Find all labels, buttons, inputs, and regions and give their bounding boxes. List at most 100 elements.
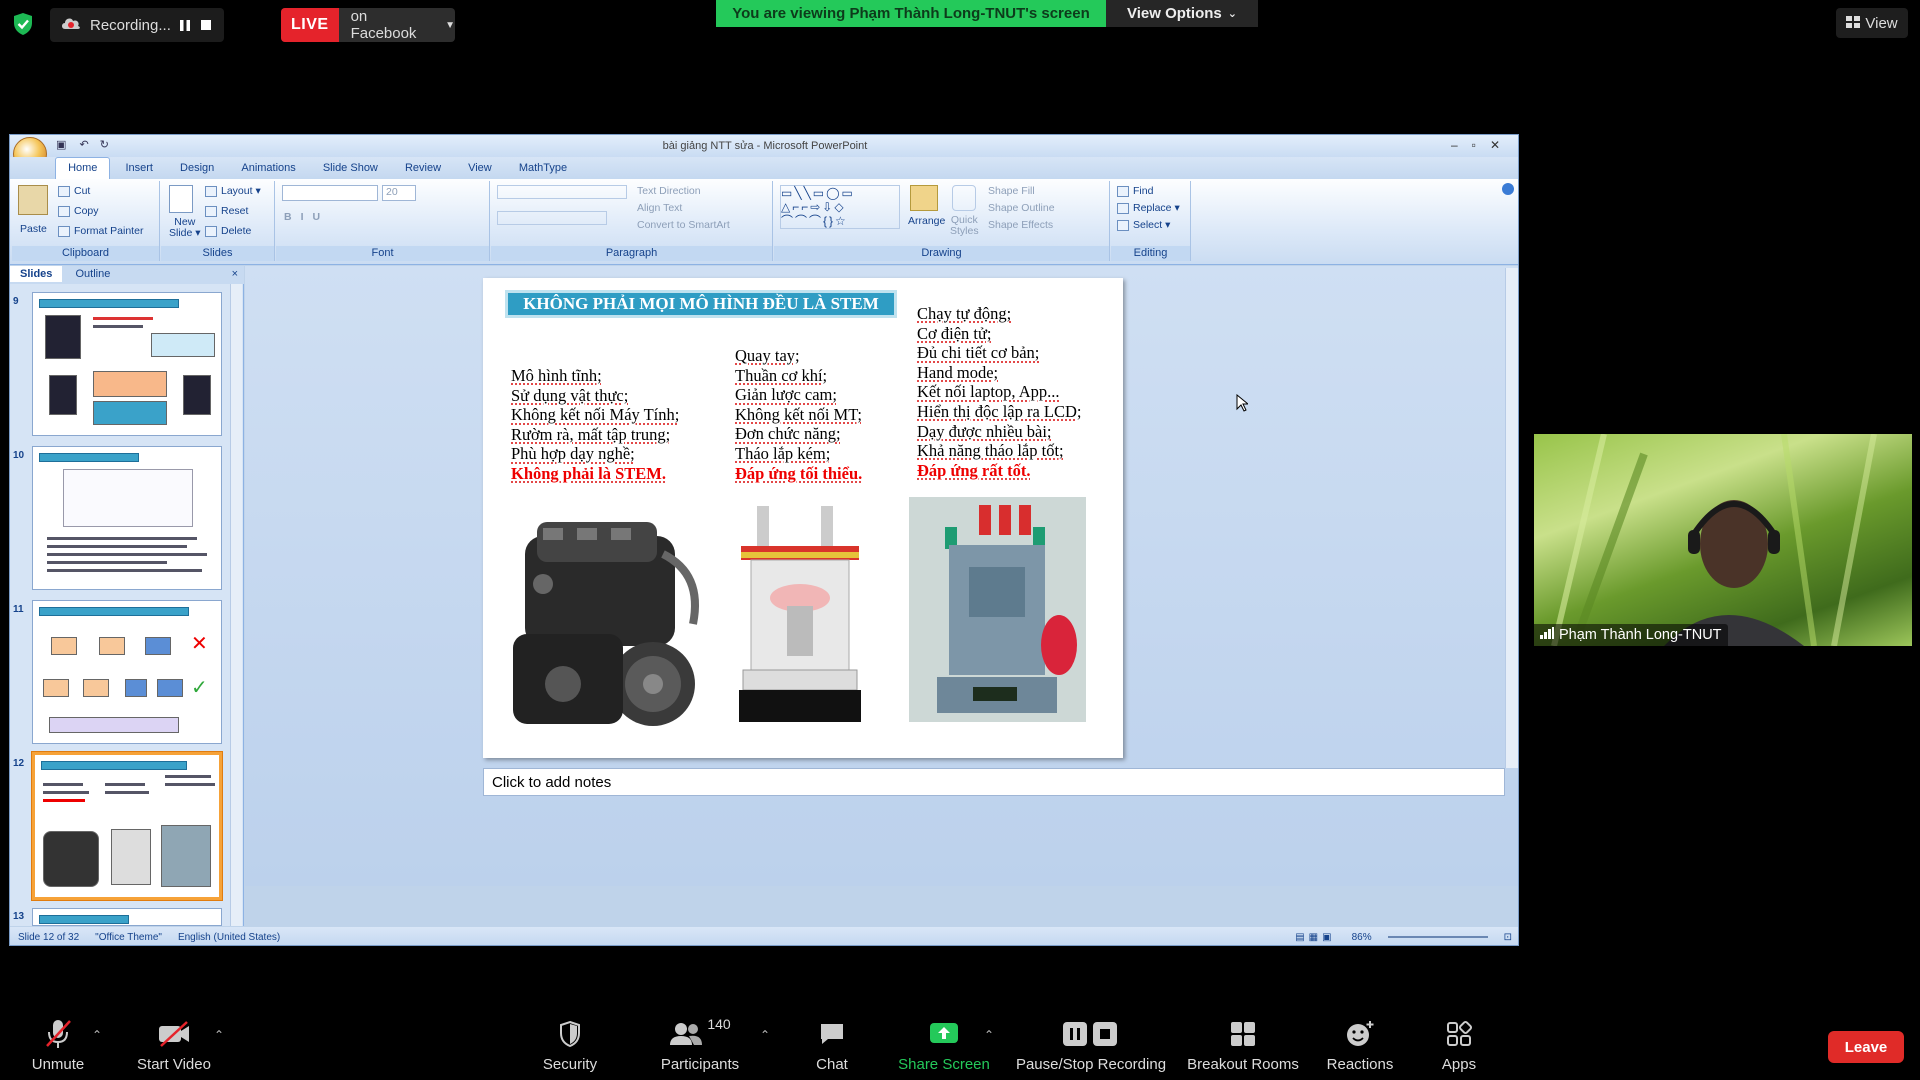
chat-button[interactable]: Chat xyxy=(800,1016,864,1073)
start-video-button[interactable]: Start Video xyxy=(130,1016,218,1073)
reset-button[interactable]: Reset xyxy=(205,205,248,217)
find-button[interactable]: Find xyxy=(1117,185,1153,197)
security-button[interactable]: Security xyxy=(532,1016,608,1073)
copy-button[interactable]: Copy xyxy=(58,205,99,217)
new-slide-button[interactable]: New Slide ▾ xyxy=(169,217,201,239)
quick-styles-button[interactable]: Quick Styles xyxy=(950,215,979,237)
convert-smartart-button[interactable]: Convert to SmartArt xyxy=(637,219,730,231)
shapes-gallery[interactable]: ▭╲╲▭◯▭ △⌐⌐⇨⇩◇ ⌒⌒⌒{}☆ xyxy=(780,185,900,229)
align-text-button[interactable]: Align Text xyxy=(637,202,682,214)
drawing-group: ▭╲╲▭◯▭ △⌐⌐⇨⇩◇ ⌒⌒⌒{}☆ Arrange Quick Styles S… xyxy=(774,181,1110,261)
list-buttons[interactable] xyxy=(497,185,627,199)
video-options-caret-icon[interactable]: ⌃ xyxy=(214,1028,224,1042)
quick-styles-icon[interactable] xyxy=(952,185,976,211)
chat-label: Chat xyxy=(816,1056,848,1073)
stop-recording-icon[interactable] xyxy=(198,15,214,35)
thumb-text xyxy=(43,799,85,802)
restore-icon[interactable]: ▫ xyxy=(1472,138,1490,152)
participants-caret-icon[interactable]: ⌃ xyxy=(760,1028,770,1042)
slide-thumbnail-10[interactable] xyxy=(32,446,222,590)
tab-slide-show[interactable]: Slide Show xyxy=(311,158,390,174)
help-icon[interactable] xyxy=(1502,183,1514,195)
redo-icon[interactable]: ↻ xyxy=(100,139,109,151)
tab-review[interactable]: Review xyxy=(393,158,453,174)
share-screen-button[interactable]: Share Screen xyxy=(896,1016,992,1073)
zoom-level[interactable]: 86% xyxy=(1352,932,1372,943)
ribbon: Paste Cut Copy Format Painter Clipboard … xyxy=(10,179,1518,265)
view-buttons[interactable]: ▤▦▣ xyxy=(1295,932,1335,943)
text-direction-button[interactable]: Text Direction xyxy=(637,185,701,197)
thumb-number: 9 xyxy=(13,296,19,307)
reactions-button[interactable]: Reactions xyxy=(1322,1016,1398,1073)
tab-design[interactable]: Design xyxy=(168,158,226,174)
save-icon[interactable]: ▣ xyxy=(56,139,66,151)
undo-icon[interactable]: ↶ xyxy=(79,139,88,151)
slide-vertical-scrollbar[interactable] xyxy=(1505,268,1518,768)
view-button[interactable]: View xyxy=(1836,8,1908,38)
security-shield-icon[interactable] xyxy=(12,12,34,36)
slide-canvas[interactable]: KHÔNG PHẢI MỌI MÔ HÌNH ĐỀU LÀ STEM Mô hì… xyxy=(483,278,1123,758)
paste-icon[interactable] xyxy=(18,185,48,215)
breakout-rooms-button[interactable]: Breakout Rooms xyxy=(1184,1016,1302,1073)
tab-home[interactable]: Home xyxy=(55,157,111,179)
replace-button[interactable]: Replace ▾ xyxy=(1117,202,1180,214)
tab-mathtype[interactable]: MathType xyxy=(507,158,579,174)
tab-insert[interactable]: Insert xyxy=(113,158,165,174)
arrange-icon[interactable] xyxy=(910,185,938,211)
close-panel-icon[interactable]: × xyxy=(222,266,244,282)
tab-animations[interactable]: Animations xyxy=(229,158,307,174)
participant-video[interactable]: Phạm Thành Long-TNUT xyxy=(1534,434,1912,646)
slide-thumbnail-13[interactable] xyxy=(32,908,222,926)
zoom-slider[interactable] xyxy=(1387,936,1488,938)
font-size-box[interactable]: 20 xyxy=(382,185,416,201)
notes-pane[interactable]: Click to add notes xyxy=(483,768,1505,796)
editing-group: Find Replace ▾ Select ▾ Editing xyxy=(1111,181,1191,261)
shape-effects-button[interactable]: Shape Effects xyxy=(988,219,1053,231)
arrange-button[interactable]: Arrange xyxy=(908,215,945,227)
unmute-button[interactable]: Unmute xyxy=(20,1016,96,1073)
new-slide-icon[interactable] xyxy=(169,185,193,213)
slide-thumbnail-12-selected[interactable] xyxy=(31,751,223,901)
scissors-icon xyxy=(58,185,70,197)
slide-thumbnail-9[interactable] xyxy=(32,292,222,436)
close-icon[interactable]: ✕ xyxy=(1490,138,1514,152)
pause-stop-recording-button[interactable]: Pause/Stop Recording xyxy=(1012,1016,1170,1073)
layout-button[interactable]: Layout ▾ xyxy=(205,185,261,197)
cut-button[interactable]: Cut xyxy=(58,185,90,197)
minimize-icon[interactable]: – xyxy=(1451,138,1472,152)
window-controls[interactable]: –▫✕ xyxy=(1451,138,1514,152)
format-painter-button[interactable]: Format Painter xyxy=(58,225,143,237)
view-options-button[interactable]: View Options ⌄ xyxy=(1106,0,1258,27)
quick-access-toolbar[interactable]: ▣ ↶ ↻ xyxy=(56,138,109,151)
participants-button[interactable]: 140 Participants xyxy=(652,1016,748,1073)
apps-icon xyxy=(1426,1016,1492,1052)
pause-stop-icon xyxy=(1012,1016,1170,1052)
slide-thumbnail-11[interactable]: ✕ ✓ xyxy=(32,600,222,744)
paste-button[interactable]: Paste xyxy=(20,223,47,235)
select-button[interactable]: Select ▾ xyxy=(1117,219,1170,231)
fit-slide-icon[interactable]: ⊡ xyxy=(1504,932,1512,943)
pause-recording-icon[interactable] xyxy=(177,15,193,35)
align-buttons[interactable] xyxy=(497,211,607,225)
font-format-buttons[interactable]: BIU xyxy=(284,211,329,223)
live-stream-badge[interactable]: LIVE on Facebook ▼ xyxy=(281,8,455,42)
panel-scrollbar[interactable] xyxy=(230,284,242,926)
thumb-text xyxy=(165,775,211,778)
leave-button[interactable]: Leave xyxy=(1828,1031,1904,1063)
shape-fill-button[interactable]: Shape Fill xyxy=(988,185,1035,197)
paragraph-group: Text Direction Align Text Convert to Sma… xyxy=(491,181,773,261)
delete-icon xyxy=(205,225,217,237)
thumb-box xyxy=(93,371,167,397)
thumb-box xyxy=(151,333,215,357)
tab-view[interactable]: View xyxy=(456,158,504,174)
font-name-box[interactable] xyxy=(282,185,378,201)
tab-outline[interactable]: Outline xyxy=(65,266,120,282)
ppt-window-title: bài giảng NTT sửa - Microsoft PowerPoint xyxy=(662,140,868,152)
apps-button[interactable]: Apps xyxy=(1426,1016,1492,1073)
share-options-caret-icon[interactable]: ⌃ xyxy=(984,1028,994,1042)
shape-outline-button[interactable]: Shape Outline xyxy=(988,202,1055,214)
tab-slides[interactable]: Slides xyxy=(10,266,63,282)
audio-options-caret-icon[interactable]: ⌃ xyxy=(92,1028,102,1042)
delete-button[interactable]: Delete xyxy=(205,225,251,237)
thumb-box xyxy=(99,637,125,655)
